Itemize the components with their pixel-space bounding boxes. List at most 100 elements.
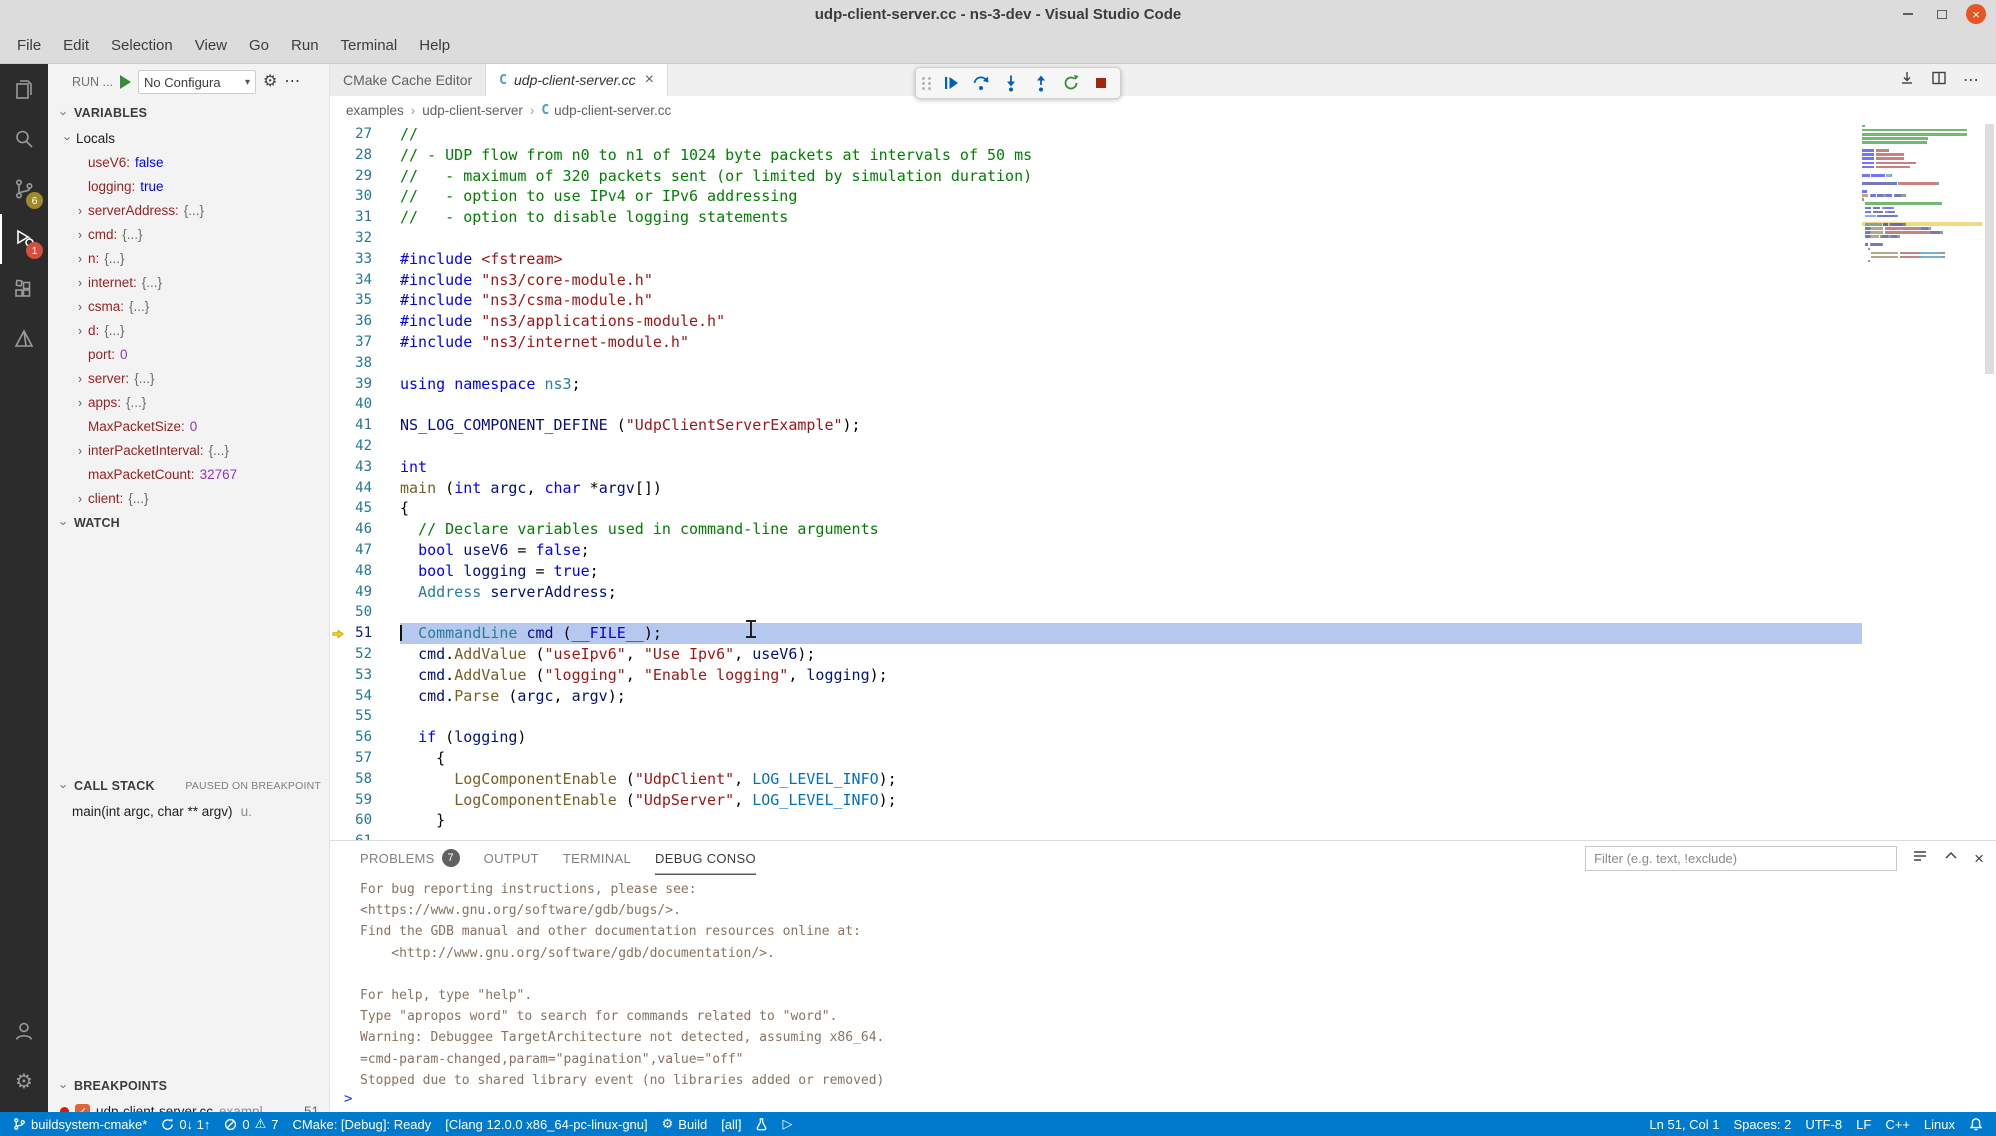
step-into-button[interactable]	[998, 70, 1024, 96]
code-text[interactable]: #include "ns3/applications-module.h"	[400, 311, 1862, 332]
variable-row[interactable]: useV6:false	[48, 150, 329, 174]
menu-item-run[interactable]: Run	[280, 28, 330, 64]
gutter-glyph[interactable]	[330, 769, 344, 790]
cursor-position-indicator[interactable]: Ln 51, Col 1	[1642, 1112, 1726, 1136]
code-line[interactable]: 34 #include "ns3/core-module.h"	[330, 270, 1862, 291]
variable-row[interactable]: ›client:{...}	[48, 486, 329, 510]
locals-scope-row[interactable]: › Locals	[48, 126, 329, 150]
code-line[interactable]: 59 LogComponentEnable ("UdpServer", LOG_…	[330, 790, 1862, 811]
line-number[interactable]: 56	[344, 727, 372, 748]
gutter-glyph[interactable]	[330, 270, 344, 291]
panel-tab-problems[interactable]: PROBLEMS7	[360, 841, 460, 875]
gutter-glyph[interactable]	[330, 186, 344, 207]
variable-row[interactable]: ›serverAddress:{...}	[48, 198, 329, 222]
line-number[interactable]: 41	[344, 415, 372, 436]
variable-row[interactable]: maxPacketCount:32767	[48, 462, 329, 486]
launch-target-icon[interactable]: ▷	[775, 1112, 799, 1136]
line-number[interactable]: 58	[344, 769, 372, 790]
gutter-glyph[interactable]	[330, 790, 344, 811]
line-number[interactable]: 42	[344, 436, 372, 457]
code-text[interactable]: bool logging = true;	[400, 561, 1862, 582]
variable-row[interactable]: ›d:{...}	[48, 318, 329, 342]
gutter-glyph[interactable]	[330, 602, 344, 623]
menu-item-edit[interactable]: Edit	[52, 28, 100, 64]
restore-button[interactable]	[1932, 4, 1952, 24]
code-line[interactable]: 38	[330, 353, 1862, 374]
code-text[interactable]	[400, 831, 1862, 840]
variable-row[interactable]: port:0	[48, 342, 329, 366]
code-line[interactable]: 51 CommandLine cmd (__FILE__);	[330, 623, 1862, 644]
line-number[interactable]: 29	[344, 166, 372, 187]
code-line[interactable]: 43int	[330, 457, 1862, 478]
debug-console-input[interactable]: >	[330, 1086, 1996, 1112]
gutter-glyph[interactable]	[330, 810, 344, 831]
cmake-kit[interactable]: [Clang 12.0.0 x86_64-pc-linux-gnu]	[438, 1112, 654, 1136]
panel-tab-terminal[interactable]: TERMINAL	[563, 841, 631, 875]
code-text[interactable]: LogComponentEnable ("UdpServer", LOG_LEV…	[400, 790, 1862, 811]
code-line[interactable]: 55	[330, 706, 1862, 727]
gutter-glyph[interactable]	[330, 249, 344, 270]
code-text[interactable]: if (logging)	[400, 727, 1862, 748]
code-line[interactable]: 54 cmd.Parse (argc, argv);	[330, 686, 1862, 707]
minimap[interactable]	[1862, 124, 1982, 267]
line-number[interactable]: 27	[344, 124, 372, 145]
code-text[interactable]: cmd.AddValue ("useIpv6", "Use Ipv6", use…	[400, 644, 1862, 665]
variable-row[interactable]: logging:true	[48, 174, 329, 198]
extensions-icon[interactable]	[0, 264, 48, 314]
breakpoint-item[interactable]: ✓ udp-client-server.cc exampl... 51	[48, 1099, 329, 1112]
gutter-glyph[interactable]	[330, 519, 344, 540]
line-number[interactable]: 44	[344, 478, 372, 499]
gutter-glyph[interactable]	[330, 582, 344, 603]
gutter-glyph[interactable]	[330, 831, 344, 840]
code-text[interactable]: #include "ns3/core-module.h"	[400, 270, 1862, 291]
menu-item-selection[interactable]: Selection	[100, 28, 184, 64]
code-line[interactable]: 35#include "ns3/csma-module.h"	[330, 290, 1862, 311]
gutter-glyph[interactable]	[330, 311, 344, 332]
panel-tab-output[interactable]: OUTPUT	[484, 841, 539, 875]
code-text[interactable]	[400, 602, 1862, 623]
gutter-glyph[interactable]	[330, 561, 344, 582]
code-text[interactable]: #include "ns3/internet-module.h"	[400, 332, 1862, 353]
code-line[interactable]: 45{	[330, 498, 1862, 519]
line-number[interactable]: 34	[344, 270, 372, 291]
cmake-status[interactable]: CMake: [Debug]: Ready	[286, 1112, 439, 1136]
search-icon[interactable]	[0, 114, 48, 164]
git-sync-indicator[interactable]: 0↓ 1↑	[154, 1112, 217, 1136]
run-file-icon[interactable]	[1899, 70, 1915, 91]
code-line[interactable]: 53 cmd.AddValue ("logging", "Enable logg…	[330, 665, 1862, 686]
breadcrumb-item-udp-client-server.cc[interactable]: Cudp-client-server.cc	[541, 103, 671, 118]
gutter-glyph[interactable]	[330, 457, 344, 478]
code-line[interactable]: 50	[330, 602, 1862, 623]
gutter-glyph[interactable]	[330, 290, 344, 311]
line-number[interactable]: 55	[344, 706, 372, 727]
gutter-glyph[interactable]	[330, 353, 344, 374]
code-text[interactable]	[400, 228, 1862, 249]
line-number[interactable]: 30	[344, 186, 372, 207]
variable-row[interactable]: ›n:{...}	[48, 246, 329, 270]
code-text[interactable]: NS_LOG_COMPONENT_DEFINE ("UdpClientServe…	[400, 415, 1862, 436]
indentation-indicator[interactable]: Spaces: 2	[1727, 1112, 1799, 1136]
gutter-glyph[interactable]	[330, 748, 344, 769]
code-text[interactable]	[400, 436, 1862, 457]
debug-current-line-icon[interactable]	[330, 623, 344, 644]
stop-button[interactable]	[1088, 70, 1114, 96]
code-text[interactable]: #include <fstream>	[400, 249, 1862, 270]
menu-item-file[interactable]: File	[6, 28, 52, 64]
language-mode-indicator[interactable]: C++	[1878, 1112, 1917, 1136]
code-line[interactable]: 61	[330, 831, 1862, 840]
line-number[interactable]: 49	[344, 582, 372, 603]
variable-row[interactable]: ›interPacketInterval:{...}	[48, 438, 329, 462]
line-number[interactable]: 54	[344, 686, 372, 707]
line-number[interactable]: 46	[344, 519, 372, 540]
code-line[interactable]: 31// - option to disable logging stateme…	[330, 207, 1862, 228]
tab-cmake-cache-editor[interactable]: CMake Cache Editor	[330, 64, 486, 96]
tab-udp-client-server.cc[interactable]: Cudp-client-server.cc×	[486, 64, 668, 96]
call-stack-section-header[interactable]: › CALL STACK PAUSED ON BREAKPOINT	[48, 773, 329, 799]
restart-button[interactable]	[1058, 70, 1084, 96]
source-control-icon[interactable]: 6	[0, 164, 48, 214]
variables-section-header[interactable]: › VARIABLES	[48, 100, 329, 126]
code-text[interactable]: #include "ns3/csma-module.h"	[400, 290, 1862, 311]
code-line[interactable]: 47 bool useV6 = false;	[330, 540, 1862, 561]
menu-item-view[interactable]: View	[184, 28, 238, 64]
variable-row[interactable]: MaxPacketSize:0	[48, 414, 329, 438]
